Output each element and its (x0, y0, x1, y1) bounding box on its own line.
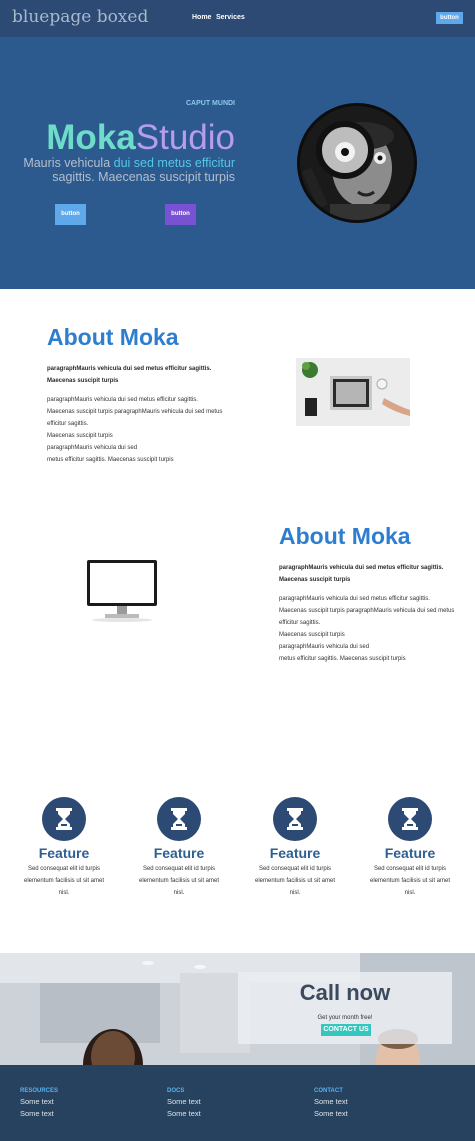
about-paragraph-2: paragraphMauris vehicula dui sed metus e… (279, 593, 454, 665)
feature-text-line: elementum facilisis ut sit amet (369, 878, 451, 884)
feature-title: Feature (269, 845, 321, 861)
footer: RESOURCES Some text Some text DOCS Some … (0, 1065, 475, 1141)
top-navbar: bluepage boxed Home Services button (0, 0, 475, 37)
hero-button-secondary[interactable]: button (165, 204, 196, 225)
about-paragraph-2-line: efficitur sagittis. (279, 620, 321, 626)
feature-text-line: nisl. (404, 890, 416, 896)
hero-subtitle-b: sagittis. Maecenas suscipit turpis (52, 170, 235, 184)
call-now-subtitle: Get your month free! (317, 1015, 373, 1021)
about-paragraph-2-line: Maecenas suscipit turpis paragraphMauris… (279, 608, 455, 614)
feature-title: Feature (384, 845, 436, 861)
about-paragraph-1-line: Maecenas suscipit turpis paragraphMauris… (47, 409, 223, 415)
nav-link-home[interactable]: Home (192, 14, 211, 21)
feature-text-line: elementum facilisis ut sit amet (23, 878, 105, 884)
feature-text-line: Sed consequat elit id turpis (27, 866, 101, 872)
contact-us-button[interactable]: CONTACT US (321, 1024, 371, 1036)
about-heading-1: About Moka (47, 324, 179, 350)
call-now-panel: Call now Get your month free! CONTACT US (238, 972, 452, 1044)
feature-card: Feature Sed consequat elit id turpis ele… (129, 797, 229, 899)
footer-link[interactable]: Some text (20, 1097, 58, 1106)
brand-logo[interactable]: bluepage boxed (12, 7, 148, 27)
footer-heading: DOCS (167, 1088, 185, 1094)
about-paragraph-2-line: Maecenas suscipit turpis (279, 632, 345, 638)
about-lead-2: paragraphMauris vehicula dui sed metus e… (279, 562, 443, 586)
about-heading-2: About Moka (279, 523, 411, 549)
feature-text-line: Sed consequat elit id turpis (142, 866, 216, 872)
hourglass-icon (388, 797, 432, 841)
footer-column-contact: CONTACT Some text Some text (314, 1088, 348, 1118)
feature-text: Sed consequat elit id turpis elementum f… (360, 863, 460, 899)
hero-title: MokaStudio (40, 119, 235, 157)
footer-link[interactable]: Some text (167, 1109, 201, 1118)
about-paragraph-1-line: paragraphMauris vehicula dui sed (47, 445, 138, 451)
feature-card: Feature Sed consequat elit id turpis ele… (245, 797, 345, 899)
footer-link[interactable]: Some text (314, 1109, 348, 1118)
feature-text-line: nisl. (289, 890, 301, 896)
hero-subtitle: Mauris vehicula dui sed metus efficitur s… (10, 156, 235, 184)
hero-subtitle-a: Mauris vehicula (23, 156, 114, 170)
footer-column-docs: DOCS Some text Some text (167, 1088, 201, 1118)
feature-text-line: Sed consequat elit id turpis (258, 866, 332, 872)
feature-text: Sed consequat elit id turpis elementum f… (14, 863, 114, 899)
feature-text: Sed consequat elit id turpis elementum f… (129, 863, 229, 899)
avatar-magnifier-photo (297, 103, 417, 223)
feature-text-line: nisl. (173, 890, 185, 896)
footer-link[interactable]: Some text (20, 1109, 58, 1118)
feature-title: Feature (153, 845, 205, 861)
hero-subtitle-highlight: dui sed metus efficitur (113, 156, 235, 170)
hero-title-part2: Studio (135, 118, 235, 157)
about-paragraph-1-line: Maecenas suscipit turpis (47, 433, 113, 439)
about-lead-1-line: paragraphMauris vehicula dui sed metus e… (47, 366, 212, 372)
hero-kicker: CAPUT MUNDI (186, 100, 235, 107)
hourglass-icon (42, 797, 86, 841)
call-now-title: Call now (299, 980, 391, 1005)
feature-text-line: nisl. (58, 890, 70, 896)
about-lead-1: paragraphMauris vehicula dui sed metus e… (47, 363, 211, 387)
feature-title: Feature (38, 845, 90, 861)
feature-text: Sed consequat elit id turpis elementum f… (245, 863, 345, 899)
hero-button-primary[interactable]: button (55, 204, 86, 225)
footer-link[interactable]: Some text (167, 1097, 201, 1106)
feature-text-line: elementum facilisis ut sit amet (138, 878, 220, 884)
monitor-image (85, 558, 159, 624)
feature-card: Feature Sed consequat elit id turpis ele… (14, 797, 114, 899)
footer-link[interactable]: Some text (314, 1097, 348, 1106)
feature-text-line: elementum facilisis ut sit amet (254, 878, 336, 884)
call-now-section: Call now Get your month free! CONTACT US (0, 953, 475, 1065)
hero-title-part1: Moka (46, 118, 136, 157)
about-lead-2-line: paragraphMauris vehicula dui sed metus e… (279, 565, 444, 571)
nav-button[interactable]: button (436, 12, 463, 24)
about-paragraph-1: paragraphMauris vehicula dui sed metus e… (47, 394, 222, 466)
footer-heading: CONTACT (314, 1088, 343, 1094)
about-paragraph-1-line: paragraphMauris vehicula dui sed metus e… (47, 397, 198, 403)
feature-card: Feature Sed consequat elit id turpis ele… (360, 797, 460, 899)
about-lead-2-line: Maecenas suscipit turpis (279, 577, 351, 583)
hero-section: CAPUT MUNDI MokaStudio Mauris vehicula d… (0, 37, 475, 289)
feature-text-line: Sed consequat elit id turpis (373, 866, 447, 872)
footer-column-resources: RESOURCES Some text Some text (20, 1088, 58, 1118)
laptop-desk-image (296, 358, 410, 426)
hourglass-icon (273, 797, 317, 841)
hourglass-icon (157, 797, 201, 841)
about-paragraph-1-line: efficitur sagittis. (47, 421, 89, 427)
footer-heading: RESOURCES (20, 1088, 59, 1094)
about-paragraph-1-line: metus efficitur sagittis. Maecenas susci… (47, 457, 174, 463)
about-lead-1-line: Maecenas suscipit turpis (47, 378, 119, 384)
nav-link-services[interactable]: Services (216, 14, 245, 21)
about-paragraph-2-line: paragraphMauris vehicula dui sed (279, 644, 370, 650)
about-paragraph-2-line: metus efficitur sagittis. Maecenas susci… (279, 656, 406, 662)
about-paragraph-2-line: paragraphMauris vehicula dui sed metus e… (279, 596, 430, 602)
